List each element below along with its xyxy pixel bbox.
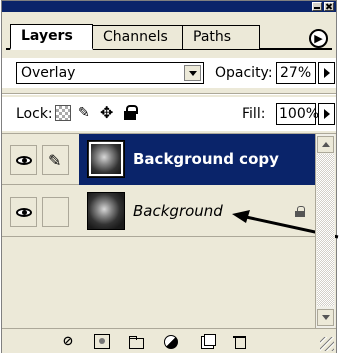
fill-label: Fill: xyxy=(242,106,266,122)
add-mask-icon[interactable] xyxy=(94,334,110,349)
scroll-down-icon[interactable] xyxy=(317,309,334,326)
lock-position-icon[interactable]: ✥ xyxy=(100,105,116,121)
visibility-toggle[interactable] xyxy=(10,197,37,227)
resize-grip-icon[interactable] xyxy=(320,337,334,351)
visibility-toggle[interactable] xyxy=(10,145,37,175)
opacity-input[interactable]: 27% xyxy=(276,62,316,84)
lock-row: Lock: ✎ ✥ Fill: 100% xyxy=(2,97,336,131)
panel-menu-arrow-icon[interactable]: ▶ xyxy=(309,29,328,48)
blend-row: Overlay Opacity: 27% xyxy=(2,58,336,88)
adjustment-layer-icon[interactable] xyxy=(163,334,179,349)
new-layer-icon[interactable] xyxy=(199,334,216,349)
minimize-icon[interactable] xyxy=(312,2,322,11)
fill-input[interactable]: 100% xyxy=(276,103,319,125)
layer-thumbnail xyxy=(87,140,125,178)
eye-icon xyxy=(16,156,32,165)
tab-layers[interactable]: Layers xyxy=(10,24,93,50)
panel-bottom-bar: ⊘ xyxy=(2,328,336,353)
layer-link-toggle[interactable] xyxy=(42,197,69,227)
blend-mode-value: Overlay xyxy=(21,65,76,81)
divider xyxy=(2,93,336,95)
eye-icon xyxy=(16,208,32,217)
lock-transparent-pixels-icon[interactable] xyxy=(55,105,71,121)
panel-titlebar xyxy=(2,1,336,12)
opacity-slider-arrow-icon[interactable] xyxy=(318,62,335,84)
new-group-icon[interactable] xyxy=(128,334,144,349)
layers-panel: Channels Paths Layers ▶ Overlay Opacity:… xyxy=(1,0,339,353)
scroll-up-icon[interactable] xyxy=(317,136,334,153)
lock-all-icon[interactable] xyxy=(123,105,139,121)
lock-image-pixels-icon[interactable]: ✎ xyxy=(78,105,94,121)
blend-mode-select[interactable]: Overlay xyxy=(16,62,204,84)
tab-paths[interactable]: Paths xyxy=(182,25,260,49)
brush-icon: ✎ xyxy=(48,151,62,170)
layer-link-toggle[interactable]: ✎ xyxy=(42,145,69,175)
scroll-track[interactable] xyxy=(317,154,334,306)
chevron-down-icon[interactable] xyxy=(184,65,201,81)
layer-row[interactable]: ✎ Background copy xyxy=(2,134,315,185)
link-layers-icon[interactable]: ⊘ xyxy=(60,334,76,349)
fill-slider-arrow-icon[interactable] xyxy=(318,103,335,125)
lock-label: Lock: xyxy=(16,106,53,122)
layer-main[interactable]: Background copy xyxy=(79,134,315,185)
tab-channels[interactable]: Channels xyxy=(92,25,184,49)
opacity-label: Opacity: xyxy=(215,65,273,81)
trash-icon[interactable] xyxy=(232,334,248,349)
layer-thumbnail xyxy=(87,192,125,230)
scrollbar[interactable] xyxy=(315,134,335,328)
layer-name[interactable]: Background xyxy=(133,202,223,220)
layer-name[interactable]: Background copy xyxy=(133,150,279,168)
close-icon[interactable] xyxy=(324,2,334,11)
